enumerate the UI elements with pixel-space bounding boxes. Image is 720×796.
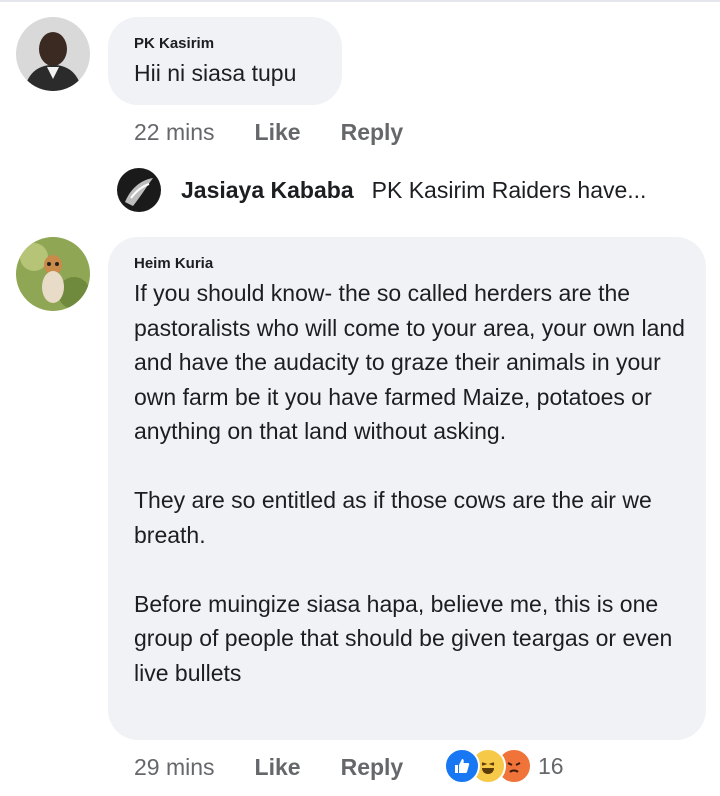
like-button[interactable]: Like (255, 119, 301, 146)
comment-text: Hii ni siasa tupu (134, 60, 297, 86)
comment-bubble: PK Kasirim Hii ni siasa tupu (108, 17, 342, 105)
reply-author[interactable]: Jasiaya Kababa (181, 177, 354, 204)
comment-author[interactable]: PK Kasirim (134, 35, 214, 52)
like-button[interactable]: Like (255, 754, 301, 781)
reply-snippet: PK Kasirim Raiders have... (371, 176, 647, 203)
reaction-count: 16 (538, 752, 564, 779)
reply-button[interactable]: Reply (341, 754, 404, 781)
avatar-pk-kasirim[interactable] (16, 17, 90, 91)
top-divider (0, 0, 720, 2)
reactions-summary[interactable]: 16 (444, 748, 564, 784)
comment-actions: 22 mins Like Reply (134, 119, 403, 146)
comment-author[interactable]: Heim Kuria (134, 255, 213, 272)
avatar-heim-kuria[interactable] (16, 237, 90, 311)
reply-preview[interactable]: Jasiaya Kababa PK Kasirim Raiders have..… (117, 168, 646, 212)
avatar-jasiaya-kababa (117, 168, 161, 212)
comment-actions: 29 mins Like Reply (134, 754, 403, 781)
comment-text: If you should know- the so called herder… (134, 280, 685, 686)
comment-timestamp[interactable]: 29 mins (134, 754, 215, 781)
like-icon (444, 748, 480, 784)
comment-bubble: Heim Kuria If you should know- the so ca… (108, 237, 706, 740)
reply-button[interactable]: Reply (341, 119, 404, 146)
comment-timestamp[interactable]: 22 mins (134, 119, 215, 146)
